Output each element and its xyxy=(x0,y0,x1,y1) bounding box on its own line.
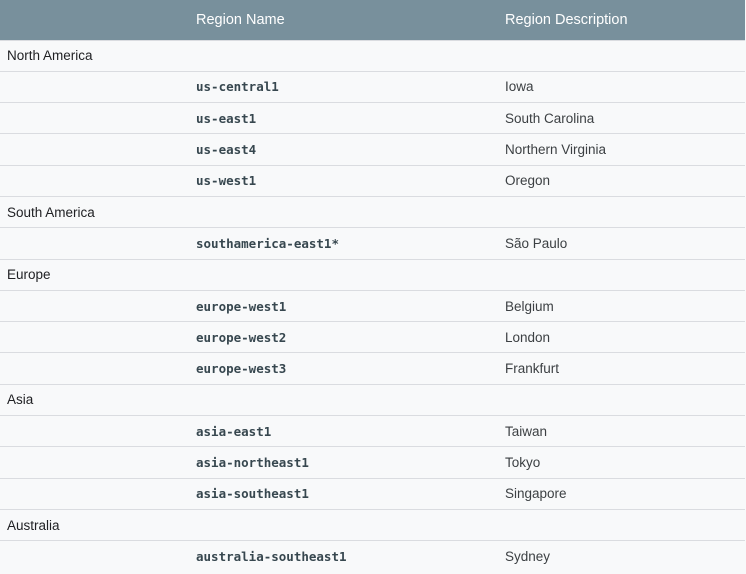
table-row: us-east4 Northern Virginia xyxy=(0,133,745,166)
region-name-cell: us-east4 xyxy=(189,133,498,166)
table-row: southamerica-east1* São Paulo xyxy=(0,227,745,260)
region-description-cell: Iowa xyxy=(498,70,745,103)
group-spacer-cell xyxy=(0,70,189,103)
region-name-cell: asia-northeast1 xyxy=(189,446,498,479)
group-spacer-cell xyxy=(0,321,189,353)
region-description-cell: Belgium xyxy=(498,289,745,322)
table-row: europe-west3 Frankfurt xyxy=(0,352,745,385)
region-description-cell: Tokyo xyxy=(498,446,745,479)
region-name-cell: europe-west1 xyxy=(189,289,498,322)
table-row: us-east1 South Carolina xyxy=(0,102,745,134)
group-spacer-cell xyxy=(0,102,189,134)
table-row: us-central1 Iowa xyxy=(0,70,745,103)
group-label: South America xyxy=(0,195,745,228)
group-spacer-cell xyxy=(0,540,189,572)
group-spacer-cell xyxy=(0,164,189,197)
region-description-cell: London xyxy=(498,321,745,353)
regions-table: Region Name Region Description North Ame… xyxy=(0,0,745,572)
header-row: Region Name Region Description xyxy=(0,0,745,40)
group-spacer-cell xyxy=(0,446,189,479)
region-name-cell: southamerica-east1* xyxy=(189,227,498,260)
region-name-cell: us-east1 xyxy=(189,102,498,134)
region-description-cell: Northern Virginia xyxy=(498,133,745,166)
region-description-cell: South Carolina xyxy=(498,102,745,134)
region-name-cell: europe-west2 xyxy=(189,321,498,353)
table-row: asia-east1 Taiwan xyxy=(0,415,745,447)
region-description-cell: São Paulo xyxy=(498,227,745,260)
region-description-cell: Oregon xyxy=(498,164,745,197)
group-spacer-cell xyxy=(0,289,189,322)
group-spacer-cell xyxy=(0,133,189,166)
group-spacer-cell xyxy=(0,477,189,510)
group-row-south-america: South America xyxy=(0,195,745,228)
region-name-cell: us-west1 xyxy=(189,164,498,197)
region-description-cell: Taiwan xyxy=(498,415,745,447)
header-region-name: Region Name xyxy=(196,11,285,28)
region-description-cell: Frankfurt xyxy=(498,352,745,385)
group-label: Asia xyxy=(0,383,745,416)
group-spacer-cell xyxy=(0,415,189,447)
region-name-cell: australia-southeast1 xyxy=(189,540,498,572)
table-row: australia-southeast1 Sydney xyxy=(0,540,745,572)
table-row: asia-northeast1 Tokyo xyxy=(0,446,745,479)
header-region-description: Region Description xyxy=(505,11,628,28)
group-label: North America xyxy=(0,39,745,72)
group-row-asia: Asia xyxy=(0,383,745,416)
table-row: europe-west2 London xyxy=(0,321,745,353)
table-header: Region Name Region Description xyxy=(0,0,745,40)
group-label: Australia xyxy=(0,508,745,541)
group-label: Europe xyxy=(0,258,745,291)
group-spacer-cell xyxy=(0,227,189,260)
table-row: asia-southeast1 Singapore xyxy=(0,477,745,510)
region-description-cell: Sydney xyxy=(498,540,745,572)
region-name-cell: us-central1 xyxy=(189,70,498,103)
table-row: europe-west1 Belgium xyxy=(0,289,745,322)
group-row-australia: Australia xyxy=(0,508,745,541)
region-name-cell: asia-southeast1 xyxy=(189,477,498,510)
region-description-cell: Singapore xyxy=(498,477,745,510)
group-spacer-cell xyxy=(0,352,189,385)
group-row-europe: Europe xyxy=(0,258,745,291)
region-name-cell: asia-east1 xyxy=(189,415,498,447)
table-row: us-west1 Oregon xyxy=(0,164,745,197)
region-name-cell: europe-west3 xyxy=(189,352,498,385)
table-body: North America us-central1 Iowa us-east1 … xyxy=(0,39,745,572)
header-group-cell xyxy=(0,0,189,40)
group-row-north-america: North America xyxy=(0,39,745,72)
